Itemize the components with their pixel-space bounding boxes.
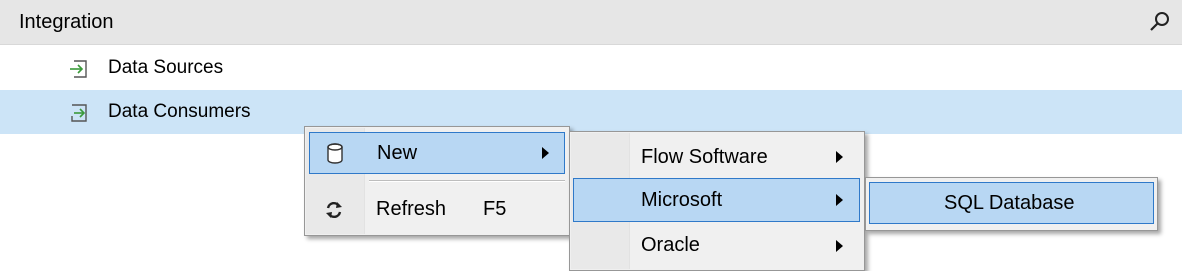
context-menu: New Refresh F5	[304, 126, 570, 236]
menu-item-new[interactable]: New	[309, 132, 565, 174]
microsoft-submenu: SQL Database	[865, 177, 1158, 231]
tree-item-label: Data Consumers	[108, 101, 251, 122]
menu-item-label: Refresh	[376, 198, 447, 220]
menu-item-label: Flow Software	[641, 146, 768, 168]
menu-item-flow-software[interactable]: Flow Software	[574, 136, 860, 178]
submenu-arrow-icon	[836, 151, 843, 163]
menu-item-sql-database[interactable]: SQL Database	[869, 182, 1154, 224]
menu-item-label: SQL Database	[944, 192, 1075, 214]
arrow-into-box-icon	[71, 104, 87, 122]
tree-item-label: Data Sources	[108, 57, 224, 78]
menu-item-refresh[interactable]: Refresh F5	[309, 189, 565, 229]
panel-title: Integration	[19, 11, 114, 33]
menu-item-microsoft[interactable]: Microsoft	[573, 178, 860, 222]
refresh-icon	[326, 201, 342, 219]
panel-header: Integration	[0, 0, 1182, 45]
submenu-arrow-icon	[836, 240, 843, 252]
menu-item-oracle[interactable]: Oracle	[574, 224, 860, 268]
menu-item-label: Oracle	[641, 234, 700, 256]
submenu-arrow-icon	[542, 147, 549, 159]
tree-item-data-consumers[interactable]: Data Consumers	[0, 90, 1182, 134]
database-icon	[327, 143, 343, 164]
new-submenu: Flow Software Microsoft Oracle	[569, 131, 865, 271]
tree-item-data-sources[interactable]: Data Sources	[0, 46, 1182, 90]
submenu-arrow-icon	[836, 194, 843, 206]
search-icon[interactable]	[1148, 10, 1172, 34]
menu-separator	[369, 180, 565, 182]
arrow-into-box-icon	[70, 60, 87, 78]
menu-item-shortcut: F5	[483, 198, 507, 220]
menu-item-label: New	[377, 142, 418, 164]
menu-item-label: Microsoft	[641, 189, 723, 211]
